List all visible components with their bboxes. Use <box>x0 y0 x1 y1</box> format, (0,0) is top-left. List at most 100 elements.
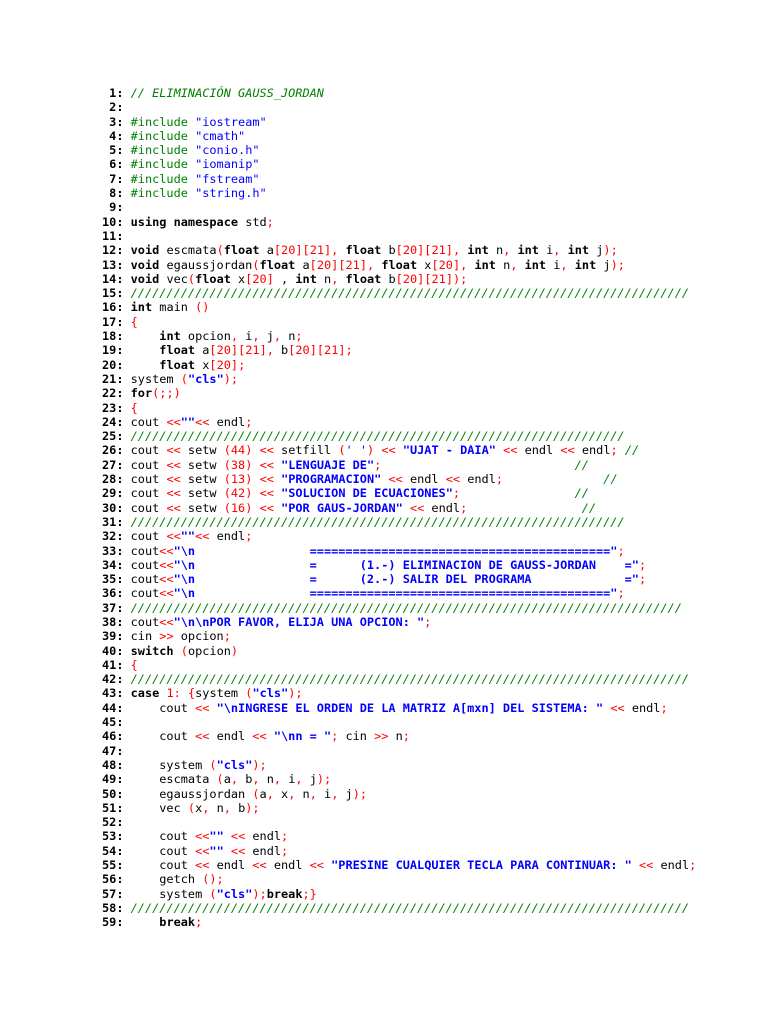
line-number: 18: <box>102 329 131 344</box>
code-token: , <box>273 772 282 787</box>
code-token: i <box>538 243 554 258</box>
code-token: ; <box>245 529 253 544</box>
line-number: 40: <box>102 643 131 658</box>
code-token: ; <box>281 829 289 844</box>
code-token: ////////////////////////////////////////… <box>130 429 625 444</box>
code-token: b <box>381 243 396 258</box>
code-token: << <box>195 414 210 429</box>
line-number: 13: <box>102 257 131 272</box>
code-line: 19: float a[20][21], b[20][21]; <box>102 343 696 357</box>
line-number: 44: <box>102 700 131 715</box>
code-token: cout <box>130 472 167 487</box>
code-token: cout <box>130 614 160 629</box>
code-token: , <box>560 257 568 272</box>
code-token: "UJAT - DAIA" <box>402 443 496 458</box>
code-token: x <box>195 357 210 372</box>
code-token: ], <box>324 243 339 258</box>
code-token: ( <box>223 443 231 458</box>
code-token: endl <box>402 472 446 487</box>
code-token: << <box>195 843 210 858</box>
code-token: void <box>130 271 160 286</box>
code-line: 3: #include "iostream" <box>102 115 696 129</box>
code-token: n <box>259 772 274 787</box>
code-token: cout <box>130 457 167 472</box>
code-token: "\nn = " <box>273 729 332 744</box>
code-line: 34: cout<<"\n = (1.-) ELIMINACION DE GAU… <box>102 558 696 572</box>
code-token: int <box>295 271 317 286</box>
line-number: 26: <box>102 443 131 458</box>
code-token: ; <box>424 614 432 629</box>
code-token: vec <box>130 800 188 815</box>
code-token: std <box>238 214 267 229</box>
code-token: (;;) <box>152 386 181 401</box>
code-token: << <box>159 557 174 572</box>
line-number: 32: <box>102 529 131 544</box>
code-token: (); <box>202 872 224 887</box>
line-number: 48: <box>102 757 131 772</box>
code-token: a <box>195 343 210 358</box>
code-token: endl <box>245 843 282 858</box>
line-number: 45: <box>102 715 131 730</box>
code-token: opcion <box>180 329 231 344</box>
code-token: ; <box>402 729 410 744</box>
code-token: #include <box>130 157 196 172</box>
code-token: "cls" <box>252 686 289 701</box>
code-token: "" <box>180 529 196 544</box>
code-token: << <box>166 529 181 544</box>
code-token: endl <box>209 729 253 744</box>
line-number: 27: <box>102 457 131 472</box>
code-token: 20 <box>316 257 332 272</box>
code-token: ); <box>352 786 368 801</box>
code-token: "cls" <box>216 757 253 772</box>
code-token: << <box>166 472 181 487</box>
code-token: ; <box>638 557 647 572</box>
code-line: 5: #include "conio.h" <box>102 143 696 157</box>
code-token: system <box>130 757 210 772</box>
code-line: 47: <box>102 744 696 758</box>
code-token: void <box>130 257 160 272</box>
code-token: ( <box>180 371 188 386</box>
code-token: 38 <box>230 457 246 472</box>
code-token: << <box>230 829 246 844</box>
code-token: 44 <box>230 443 246 458</box>
code-token: using namespace <box>130 214 239 229</box>
code-token: n <box>488 243 504 258</box>
code-token: float <box>159 357 196 372</box>
code-token: ( <box>223 500 231 515</box>
code-token: escmata <box>130 772 217 787</box>
line-number: 50: <box>102 786 131 801</box>
code-line: 15: ////////////////////////////////////… <box>102 286 696 300</box>
code-token: ); <box>603 243 618 258</box>
code-token: "" <box>180 414 196 429</box>
document-page: 1: // ELIMINACIÓN GAUSS_JORDAN 2: 3: #in… <box>0 0 768 1024</box>
code-token: int <box>524 257 547 272</box>
code-line: 26: cout << setw (44) << setfill (' ') <… <box>102 443 696 457</box>
code-token: ][ <box>331 257 346 272</box>
line-number: 51: <box>102 800 131 815</box>
code-token: ); <box>316 772 332 787</box>
code-token: >> <box>159 629 174 644</box>
code-token: cout <box>130 486 167 501</box>
code-token: i <box>281 772 296 787</box>
code-token: << <box>166 486 181 501</box>
line-number: 49: <box>102 772 131 787</box>
code-token: case <box>130 686 160 701</box>
code-token: system <box>130 371 181 386</box>
code-token: << <box>381 443 396 458</box>
line-number: 46: <box>102 729 131 744</box>
code-token: int <box>467 243 489 258</box>
code-token: << <box>195 729 210 744</box>
code-token: a <box>259 786 267 801</box>
code-token: endl <box>266 858 310 873</box>
code-token: 20 <box>252 271 267 286</box>
code-token: [ <box>209 357 217 372</box>
code-token: ////////////////////////////////////////… <box>130 286 690 301</box>
code-token: cin <box>130 629 160 644</box>
code-token: j <box>338 786 353 801</box>
